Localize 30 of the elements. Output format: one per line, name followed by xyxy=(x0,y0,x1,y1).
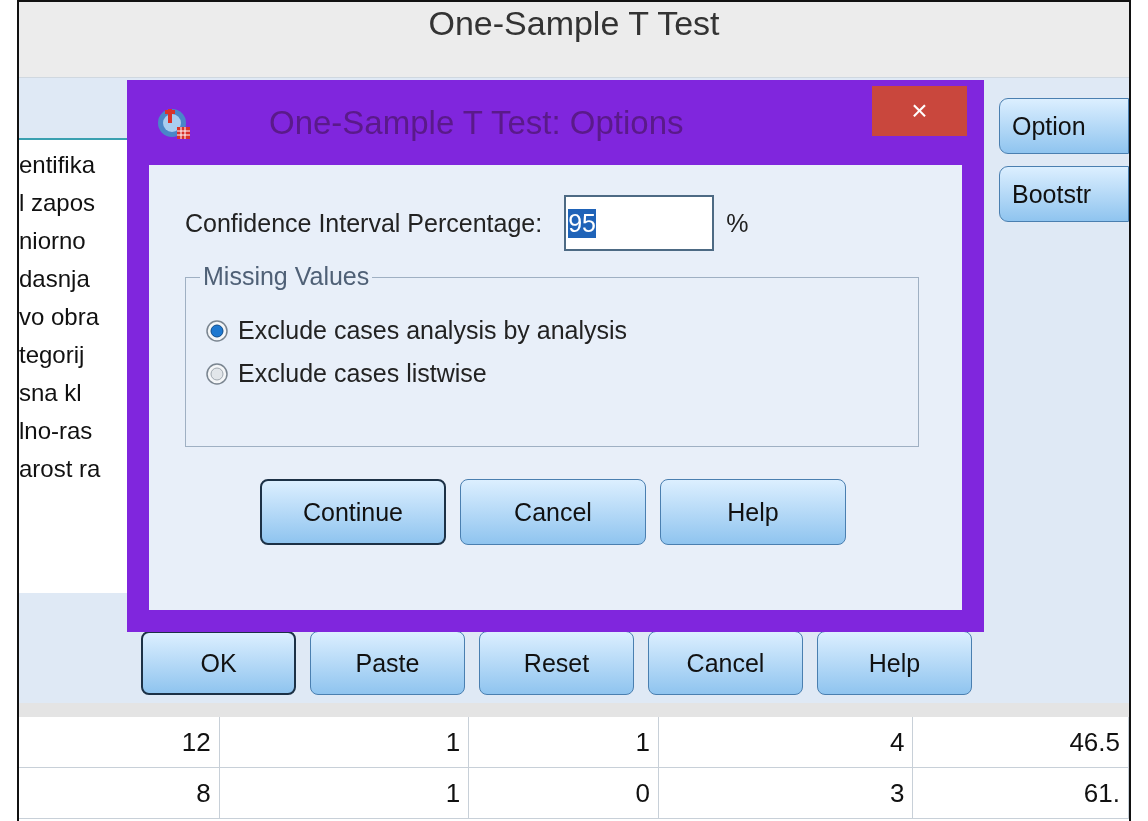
side-button[interactable]: Bootstr xyxy=(999,166,1129,222)
radio-icon[interactable] xyxy=(206,319,228,342)
dialog-button[interactable]: Continue xyxy=(260,479,446,545)
table-cell: 1 xyxy=(219,717,470,767)
table-cell: 61. xyxy=(913,768,1129,818)
dialog-button[interactable]: Cancel xyxy=(460,479,646,545)
table-cell: 1 xyxy=(219,768,470,818)
dialog-button[interactable]: Cancel xyxy=(648,631,803,695)
input-field[interactable]: 95 xyxy=(564,195,715,251)
table-cell: 0 xyxy=(469,768,659,818)
dialog-button[interactable]: Reset xyxy=(479,631,634,695)
table-cell: 1 xyxy=(469,717,659,767)
table-cell: 4 xyxy=(658,717,914,767)
dialog-title: One-Sample T Test: Options xyxy=(269,103,684,142)
dialog-button[interactable]: Help xyxy=(817,631,972,695)
window-title: One-Sample T Test xyxy=(428,4,720,44)
table-cell: 8 xyxy=(19,768,220,818)
table-cell: 46.5 xyxy=(913,717,1129,767)
radio-icon[interactable] xyxy=(206,362,228,385)
radio-option[interactable]: Exclude cases analysis by analysis xyxy=(206,316,898,345)
table-cell: 3 xyxy=(658,768,914,818)
table-cell: 12 xyxy=(19,717,220,767)
radio-option[interactable]: Exclude cases listwise xyxy=(206,359,898,388)
dialog-button[interactable]: Paste xyxy=(310,631,465,695)
dialog-button[interactable]: OK xyxy=(141,631,296,695)
field-label: Confidence Interval Percentage: xyxy=(185,208,543,238)
unit-label: % xyxy=(726,208,749,238)
dialog-button[interactable]: Help xyxy=(660,479,846,545)
close-button[interactable]: × xyxy=(872,86,967,136)
side-button[interactable]: Option xyxy=(999,98,1129,154)
